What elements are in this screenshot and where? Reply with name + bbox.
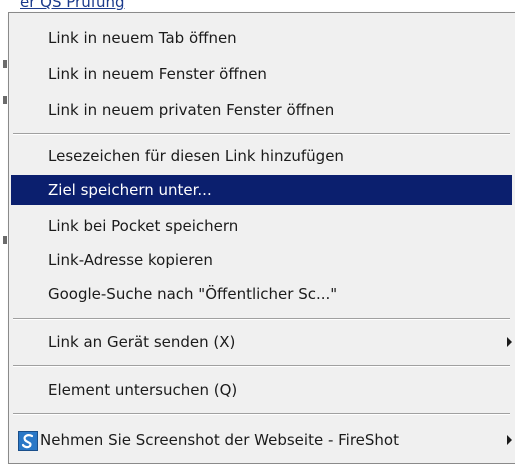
menu-item-copy-link-address[interactable]: Link-Adresse kopieren [11,245,512,275]
menu-item-open-new-tab[interactable]: Link in neuem Tab öffnen [11,23,512,53]
menu-item-inspect-element[interactable]: Element untersuchen (Q) [11,375,512,405]
menu-item-save-target-as[interactable]: Ziel speichern unter... [11,175,512,205]
menu-separator [13,318,510,320]
menu-item-bookmark-link[interactable]: Lesezeichen für diesen Link hinzufügen [11,141,512,171]
page-edge-mark [3,236,7,244]
menu-item-label: Element untersuchen (Q) [48,381,238,399]
menu-item-label: Ziel speichern unter... [48,181,212,199]
context-menu: Link in neuem Tab öffnen Link in neuem F… [8,12,515,464]
page-link[interactable]: er QS Prüfung [20,0,125,11]
menu-separator [13,133,510,135]
menu-item-label: Google-Suche nach "Öffentlicher Sc..." [48,285,338,303]
page-edge-mark [3,60,7,68]
menu-item-google-search[interactable]: Google-Suche nach "Öffentlicher Sc..." [11,279,512,309]
menu-separator [13,413,510,415]
fireshot-icon [18,431,38,451]
submenu-arrow-icon [507,337,512,347]
menu-item-label: Link in neuem privaten Fenster öffnen [48,101,335,119]
submenu-arrow-icon [507,435,512,445]
page-edge-mark [3,96,7,104]
menu-item-label: Nehmen Sie Screenshot der Webseite - Fir… [40,431,399,449]
menu-item-open-new-window[interactable]: Link in neuem Fenster öffnen [11,59,512,89]
menu-item-fireshot[interactable]: Nehmen Sie Screenshot der Webseite - Fir… [11,425,512,455]
menu-item-label: Link in neuem Tab öffnen [48,29,237,47]
menu-item-label: Link bei Pocket speichern [48,217,239,235]
menu-item-save-to-pocket[interactable]: Link bei Pocket speichern [11,211,512,241]
menu-item-send-to-device[interactable]: Link an Gerät senden (X) [11,327,512,357]
menu-item-label: Link-Adresse kopieren [48,251,213,269]
menu-item-label: Lesezeichen für diesen Link hinzufügen [48,147,344,165]
menu-item-label: Link an Gerät senden (X) [48,333,236,351]
menu-separator [13,365,510,367]
menu-item-open-private-window[interactable]: Link in neuem privaten Fenster öffnen [11,95,512,125]
menu-item-label: Link in neuem Fenster öffnen [48,65,267,83]
